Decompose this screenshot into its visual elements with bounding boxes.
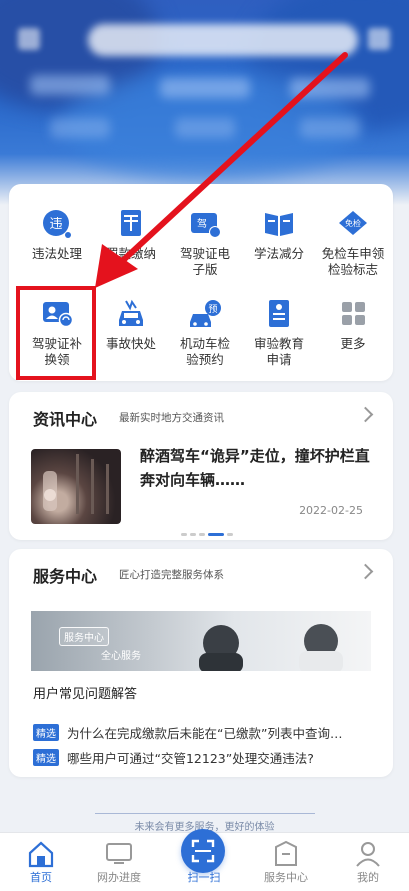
nav-label: 我的 [357,871,379,884]
service-center-icon [245,839,327,869]
news-date: 2022-02-25 [299,504,363,517]
service-label: 罚款缴纳 [105,246,156,261]
search-bar[interactable] [88,24,358,56]
service-study-deduct[interactable]: 学法减分 [241,208,317,262]
divider [95,813,315,814]
service-label: 驾驶证电 子版 [179,246,230,277]
news-subtitle: 最新实时地方交通资讯 [119,412,224,424]
accident-car-icon [114,298,148,330]
home-icon [0,839,82,869]
service-center-title: 服务中心 [33,567,98,586]
service-label: 免检车申领 检验标志 [321,246,385,277]
header-shortcut-1[interactable] [30,75,110,95]
faq-title: 用户常见问题解答 [33,687,138,702]
service-center-card: 服务中心 匠心打造完整服务体系 服务中心 全心服务 用户常见问题解答 精选 为什么… [9,549,393,777]
booking-glyph: 预 [208,304,217,315]
e-license-glyph: 驾 [197,218,207,230]
nav-scan[interactable]: 扫一扫 [163,829,245,885]
carousel-dot [181,533,187,536]
chevron-right-icon[interactable] [357,406,374,423]
exempt-glyph: 免检 [345,218,361,228]
carousel-dot-active [208,533,224,536]
news-thumbnail[interactable] [31,449,121,524]
faq-item[interactable]: 精选 哪些用户可通过“交管12123”处理交通违法? [33,748,314,767]
violation-icon: 违 [40,208,74,240]
nav-label: 网办进度 [97,871,141,884]
service-label: 审验教育 申请 [253,336,304,367]
e-license-icon: 驾 [188,208,222,240]
fine-payment-icon [114,208,148,240]
carousel-dot [199,533,205,536]
service-fine-payment[interactable]: 罚款缴纳 [93,208,169,262]
service-label: 学法减分 [253,246,304,261]
carousel-dot [227,533,233,536]
study-book-icon [262,208,296,240]
news-title: 资讯中心 [33,410,98,429]
header-shortcut-4[interactable] [50,118,110,138]
banner-text: 全心服务 [101,651,141,662]
nav-me[interactable]: 我的 [327,833,409,885]
nav-label: 首页 [30,871,52,884]
faq-question: 哪些用户可通过“交管12123”处理交通违法? [67,751,314,766]
service-label: 事故快处 [105,336,156,351]
service-label: 违法处理 [31,246,82,261]
message-icon[interactable] [368,28,390,50]
featured-tag: 精选 [33,749,59,766]
monitor-icon [78,839,160,869]
scan-icon [163,829,245,873]
nav-progress[interactable]: 网办进度 [78,833,160,885]
nav-label: 服务中心 [264,871,308,884]
service-more[interactable]: 更多 [315,298,391,352]
nav-service-center[interactable]: 服务中心 [245,833,327,885]
header-shortcut-3[interactable] [290,78,370,98]
review-document-icon [262,298,296,330]
chevron-right-icon[interactable] [357,563,374,580]
header-shortcut-6[interactable] [300,118,360,138]
exempt-inspection-icon: 免检 [336,208,370,240]
inspection-booking-icon: 预 [188,298,222,330]
service-label: 更多 [340,336,366,351]
service-review-education[interactable]: 审验教育 申请 [241,298,317,368]
highlight-box [16,286,96,380]
header-shortcut-2[interactable] [160,78,250,98]
service-accident[interactable]: 事故快处 [93,298,169,352]
news-headline[interactable]: 醉酒驾车“诡异”走位，撞坏护栏直奔对向车辆…… [140,444,370,492]
user-icon [327,839,409,869]
violation-glyph: 违 [49,217,62,232]
faq-question: 为什么在完成缴款后未能在“已缴款”列表中查询… [67,726,343,741]
service-exempt-inspection[interactable]: 免检 免检车申领 检验标志 [315,208,391,278]
news-center-card: 资讯中心 最新实时地方交通资讯 醉酒驾车“诡异”走位，撞坏护栏直奔对向车辆…… … [9,392,393,540]
service-label: 机动车检 验预约 [179,336,230,367]
header-banner [0,0,409,205]
featured-tag: 精选 [33,724,59,741]
nav-home[interactable]: 首页 [0,833,82,885]
service-center-subtitle: 匠心打造完整服务体系 [119,569,224,581]
faq-item[interactable]: 精选 为什么在完成缴款后未能在“已缴款”列表中查询… [33,723,342,742]
service-e-license[interactable]: 驾 驾驶证电 子版 [167,208,243,278]
header-shortcut-5[interactable] [175,118,235,138]
bottom-nav: 首页 网办进度 扫一扫 服务中心 我的 [0,829,409,891]
more-grid-icon [336,298,370,330]
service-violation[interactable]: 违 违法处理 [19,208,95,262]
carousel-dot [190,533,196,536]
service-inspection-booking[interactable]: 预 机动车检 验预约 [167,298,243,368]
location-icon[interactable] [18,28,40,50]
banner-tag: 服务中心 [59,627,109,646]
carousel-indicator [181,524,236,536]
